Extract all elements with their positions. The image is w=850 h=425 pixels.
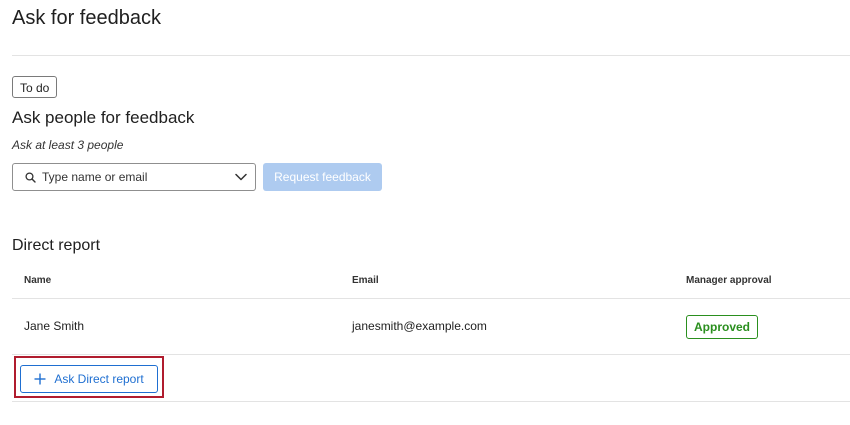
add-row: Ask Direct report <box>12 355 850 402</box>
column-header-email: Email <box>352 275 379 286</box>
row-email: janesmith@example.com <box>352 319 487 333</box>
chevron-down-icon[interactable] <box>235 173 247 181</box>
people-search-dropdown[interactable] <box>12 163 256 191</box>
todo-tag: To do <box>12 76 58 98</box>
column-header-approval: Manager approval <box>686 275 772 286</box>
page-title: Ask for feedback <box>12 7 161 29</box>
search-input[interactable] <box>42 170 235 184</box>
column-header-name: Name <box>24 275 52 286</box>
table-row: Jane Smith janesmith@example.com Approve… <box>12 299 850 355</box>
plus-icon <box>34 373 46 385</box>
ask-people-heading: Ask people for feedback <box>12 108 195 127</box>
ask-direct-report-label: Ask Direct report <box>54 372 144 386</box>
helper-text: Ask at least 3 people <box>12 138 124 152</box>
table-header: Name Email Manager approval <box>12 264 850 299</box>
search-icon <box>25 171 36 183</box>
ask-direct-report-button[interactable]: Ask Direct report <box>20 365 158 393</box>
direct-report-heading: Direct report <box>12 237 101 254</box>
row-name: Jane Smith <box>24 319 85 333</box>
direct-report-table: Name Email Manager approval Jane Smith j… <box>12 264 850 402</box>
request-feedback-button[interactable]: Request feedback <box>263 163 382 191</box>
status-badge: Approved <box>686 315 759 339</box>
title-divider <box>12 55 850 56</box>
